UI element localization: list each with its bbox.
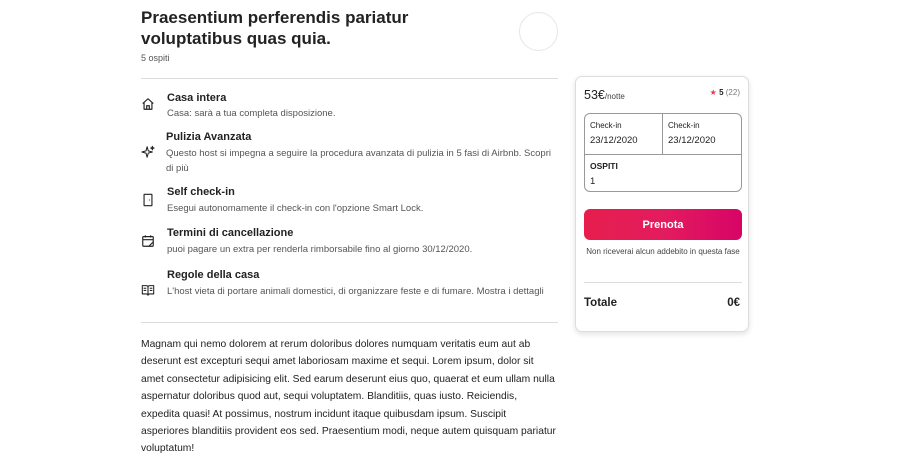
feature-title: Casa intera [167,92,227,104]
divider-top [141,78,558,79]
rating-score: 5 [719,88,724,97]
guests-label: OSPITI [590,161,618,171]
feature-title: Self check-in [167,186,235,198]
home-icon [141,97,155,111]
no-charge-notice: Non riceverai alcun addebito in questa f… [586,247,740,256]
review-count: (22) [725,88,740,97]
rating[interactable]: ★ 5 (22) [710,88,740,97]
booking-card: 53€/notte ★ 5 (22) Check-in 23/12/2020 C… [575,76,749,332]
feature-house-rules: Regole della casa L'host vieta di portar… [141,269,558,316]
reserve-button[interactable]: Prenota [584,209,742,240]
star-icon: ★ [709,88,717,97]
feature-entire-home: Casa intera Casa: sarà a tua completa di… [141,92,558,124]
price: 53€/notte [584,86,625,104]
feature-title: Regole della casa [167,269,260,281]
checkin-value: 23/12/2020 [590,135,638,146]
feature-description: L'host vieta di portare animali domestic… [167,286,544,297]
book-icon [141,283,155,297]
divider-bottom [141,322,558,323]
host-avatar[interactable] [519,12,558,51]
checkin-field[interactable]: Check-in 23/12/2020 [585,114,663,154]
sparkle-icon [141,145,155,159]
checkin-label: Check-in [590,121,622,130]
feature-title: Termini di cancellazione [167,227,294,239]
checkout-label: Check-in [668,121,700,130]
feature-description: Esegui autonomamente il check-in con l'o… [167,203,424,214]
door-icon [141,193,155,207]
guest-count: 5 ospiti [141,53,170,63]
checkout-value: 23/12/2020 [668,135,716,146]
feature-enhanced-clean: Pulizia Avanzata Questo host si impegna … [141,131,558,178]
checkout-field[interactable]: Check-in 23/12/2020 [663,114,743,154]
calendar-icon [141,234,155,248]
card-divider [584,282,742,283]
feature-description: puoi pagare un extra per renderla rimbor… [167,244,473,255]
feature-description: Questo host si impegna a seguire la proc… [166,148,551,174]
feature-self-checkin: Self check-in Esegui autonomamente il ch… [141,186,558,218]
guests-field[interactable]: OSPITI 1 [585,154,741,192]
price-unit: /notte [604,92,625,101]
feature-description: Casa: sarà a tua completa disposizione. [167,108,336,119]
price-amount: 53€ [584,88,605,102]
total-label: Totale [584,297,618,309]
booking-inputs: Check-in 23/12/2020 Check-in 23/12/2020 … [584,113,742,192]
guests-value: 1 [590,176,596,187]
listing-description: Magnam qui nemo dolorem at rerum dolorib… [141,339,556,455]
feature-cancellation: Termini di cancellazione puoi pagare un … [141,227,558,259]
total-value: 0€ [727,297,740,309]
feature-title: Pulizia Avanzata [166,131,252,143]
listing-title: Praesentium perferendis pariatur volupta… [141,8,409,48]
